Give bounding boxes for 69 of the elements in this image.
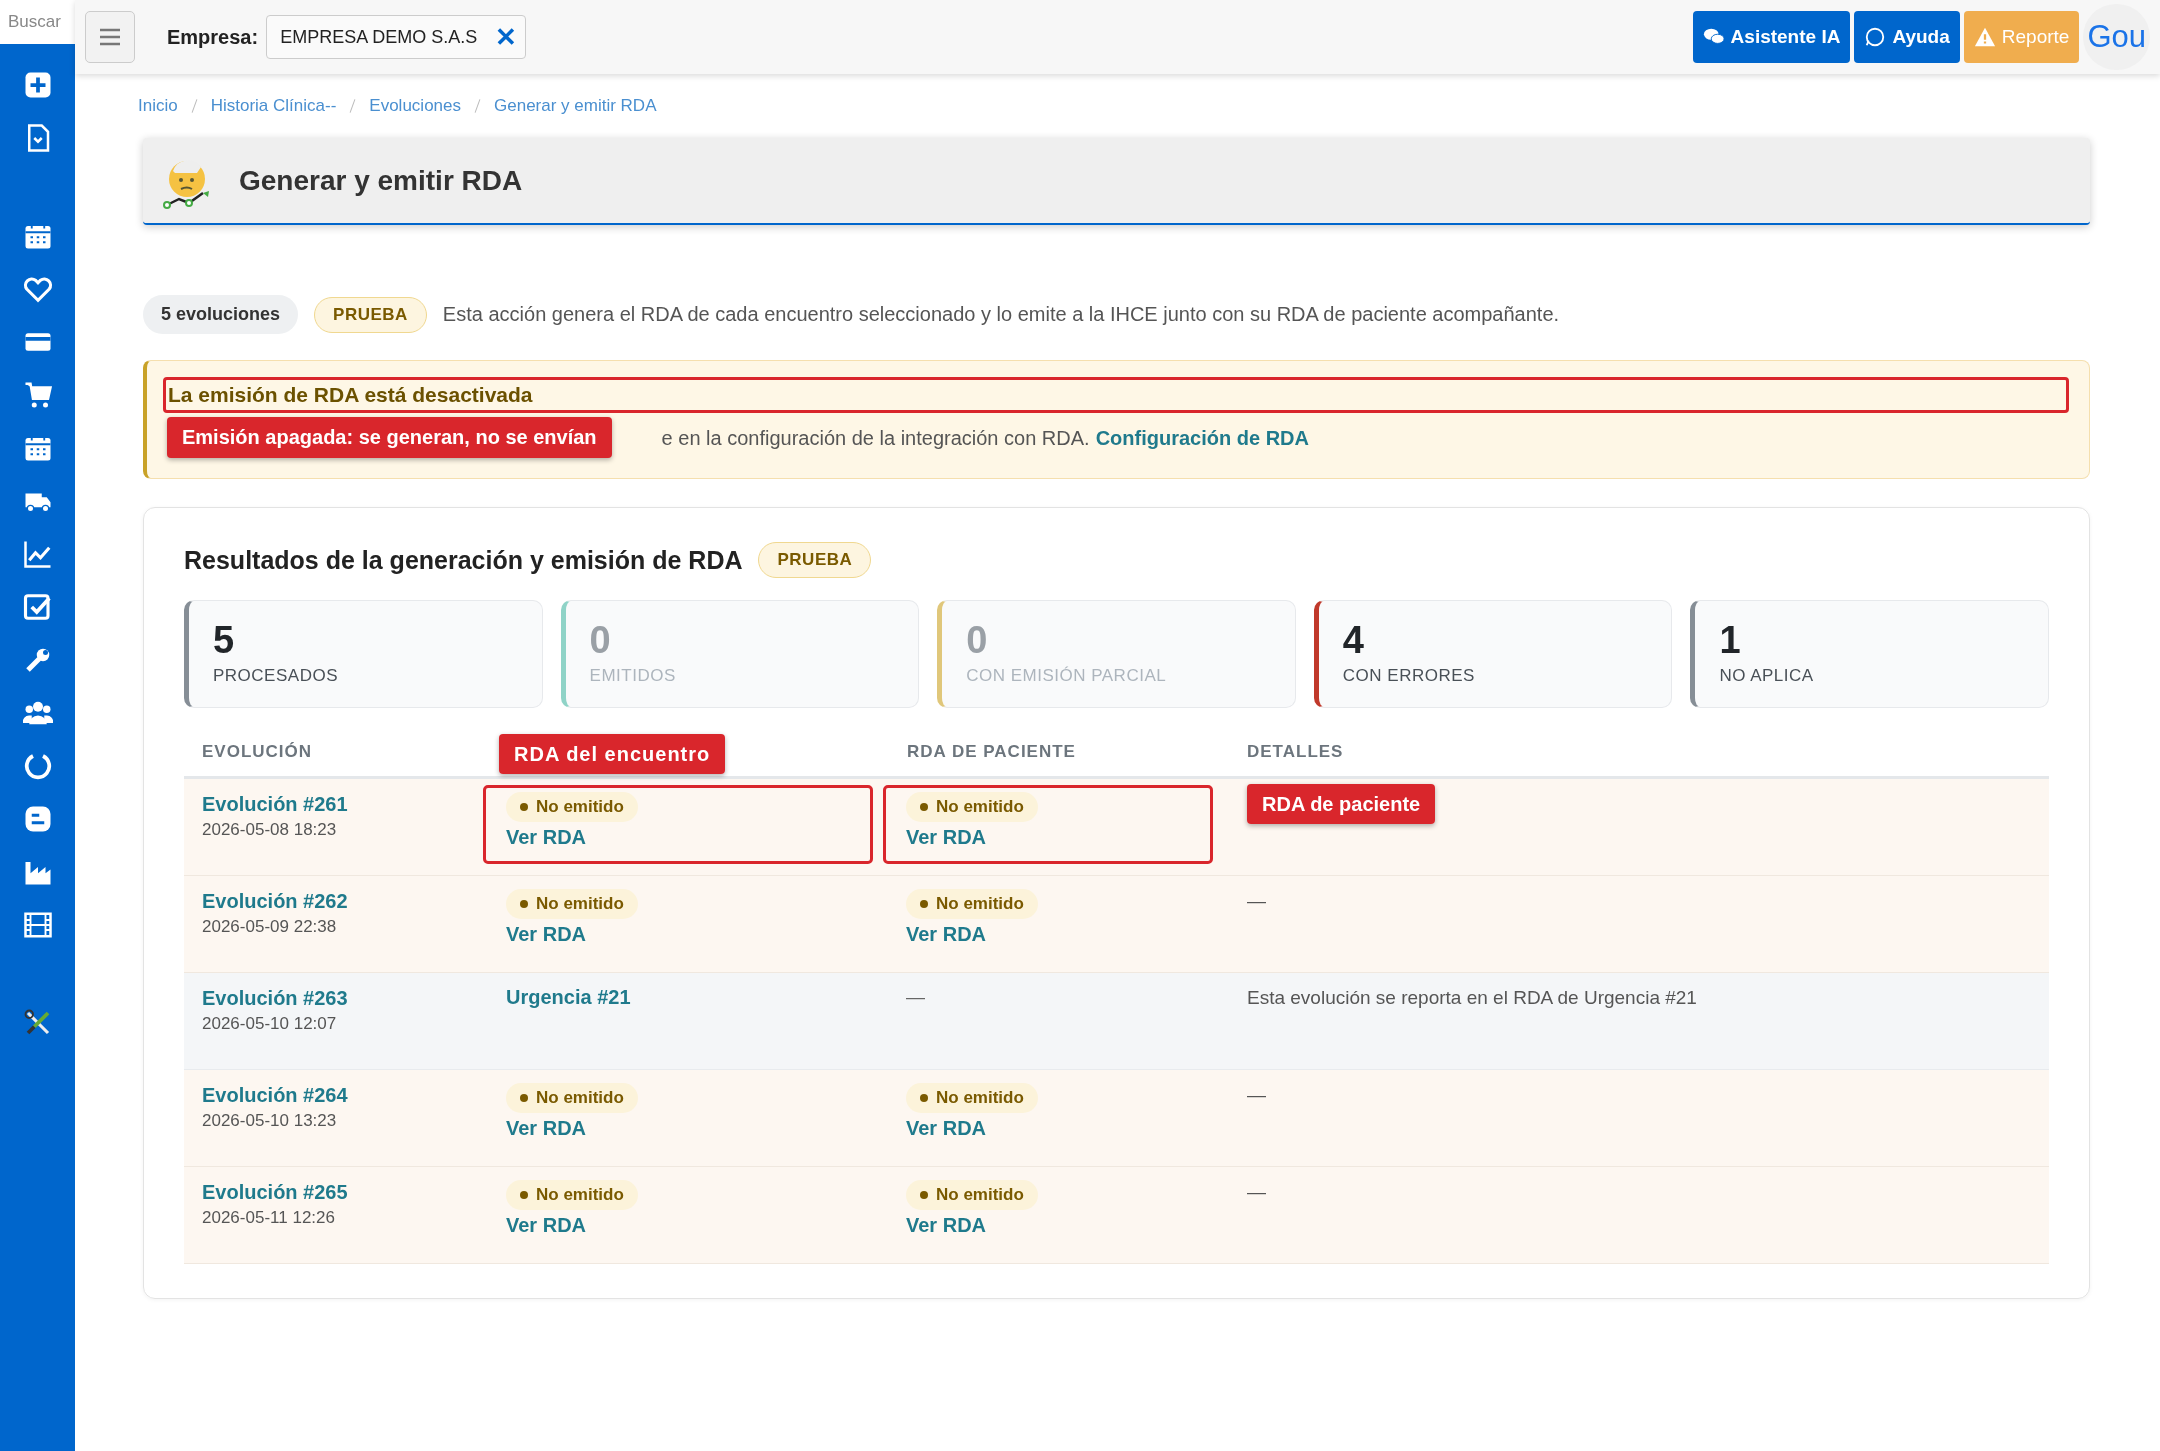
status-badge: No emitido (506, 1180, 638, 1210)
rda-link[interactable]: Ver RDA (906, 826, 987, 849)
date-text: 2026-05-08 18:23 (202, 820, 338, 840)
search-field[interactable]: Buscar (0, 0, 75, 44)
annotation-callout: Emisión apagada: se generan, no se envían (167, 417, 612, 458)
stat-card: 0 EMITIDOS (560, 600, 920, 708)
evolution-link[interactable]: Evolución #263 (202, 987, 473, 1010)
details-text: — (1247, 1084, 1266, 1105)
help-button[interactable]: Ayuda (1854, 11, 1960, 63)
details-text: — (1247, 890, 1266, 911)
settings-link[interactable]: Configuración de RDA (1095, 427, 1309, 450)
menu-icon (99, 27, 121, 47)
checkbox-icon[interactable] (22, 592, 53, 622)
rda-link[interactable]: Ver RDA (906, 1214, 987, 1237)
status-badge: No emitido (506, 792, 638, 822)
chart-icon[interactable] (22, 539, 53, 569)
plus-icon[interactable] (22, 70, 53, 100)
rda-link[interactable]: Ver RDA (906, 923, 987, 946)
date-text: 2026-05-11 12:26 (202, 1208, 336, 1228)
rda-link[interactable]: Ver RDA (506, 826, 587, 849)
rda-link[interactable]: Urgencia #21 (506, 986, 631, 1009)
stat-card: 0 CON EMISIÓN PARCIAL (937, 600, 1296, 708)
warning-title: La emisión de RDA está desactivada (163, 377, 2069, 413)
company-label: Empresa: (167, 25, 259, 49)
results-title: Resultados de la generación y emisión de RDA (184, 545, 743, 575)
rda-link[interactable]: Ver RDA (906, 1117, 987, 1140)
evolution-link[interactable]: Evolución #264 (202, 1084, 473, 1107)
empty-value: — (906, 986, 925, 1008)
status-badge: No emitido (506, 1083, 638, 1113)
stat-card: 5 PROCESADOS (184, 600, 543, 708)
warning-text: e en la configuración de la integración con RDA. (661, 427, 1090, 450)
warning-icon (1973, 26, 1996, 48)
details-text: — (1247, 1181, 1266, 1202)
breadcrumb-link[interactable]: Generar y emitir RDA (494, 96, 657, 116)
description-text: Esta acción genera el RDA de cada encuentro seleccionado y lo emite a la IHCE junto con su RDA de paciente acompañante. (442, 303, 1560, 326)
stat-card: 4 CON ERRORES (1313, 600, 1673, 708)
date-text: 2026-05-10 12:07 (202, 1014, 338, 1034)
date-text: 2026-05-10 13:23 (202, 1111, 338, 1131)
rda-link[interactable]: Ver RDA (506, 1117, 587, 1140)
rda-link[interactable]: Ver RDA (506, 923, 587, 946)
rda-link[interactable]: Ver RDA (506, 1214, 587, 1237)
details-text: Esta evolución se reporta en el RDA de Urgencia #21 (1247, 987, 1697, 1008)
menu-button[interactable] (85, 11, 135, 63)
count-badge: 5 evoluciones (143, 295, 299, 334)
status-badge: No emitido (906, 792, 1038, 822)
stat-card: 1 NO APLICA (1690, 600, 2049, 708)
annotation-callout: RDA del encuentro (499, 734, 726, 774)
film-icon[interactable] (22, 910, 53, 940)
evolution-link[interactable]: Evolución #265 (202, 1181, 473, 1204)
evolution-link[interactable]: Evolución #262 (202, 890, 473, 913)
status-badge: No emitido (906, 889, 1038, 919)
status-badge: No emitido (906, 1180, 1038, 1210)
breadcrumb-link[interactable]: Inicio (138, 96, 178, 116)
user-avatar[interactable]: Gou (2083, 4, 2150, 70)
clear-button[interactable]: ✕ (495, 21, 518, 53)
company-select[interactable]: EMPRESA DEMO S.A.S ✕ (266, 15, 527, 59)
assistant-button[interactable]: Asistente IA (1692, 11, 1851, 63)
annotation-callout: RDA de paciente (1247, 784, 1436, 824)
evolution-link[interactable]: Evolución #261 (202, 793, 473, 816)
status-badge: No emitido (906, 1083, 1038, 1113)
whatsapp-icon (1864, 26, 1887, 48)
heart-icon[interactable] (22, 274, 53, 304)
breadcrumb-link[interactable]: Evoluciones (369, 96, 461, 116)
date-text: 2026-05-09 22:38 (202, 917, 338, 937)
page-title: Generar y emitir RDA (239, 164, 523, 197)
breadcrumb-link[interactable]: Historia Clínica-- (210, 96, 337, 116)
mode-badge: PRUEBA (758, 542, 872, 578)
mode-badge: PRUEBA (314, 296, 427, 333)
status-badge: No emitido (506, 889, 638, 919)
